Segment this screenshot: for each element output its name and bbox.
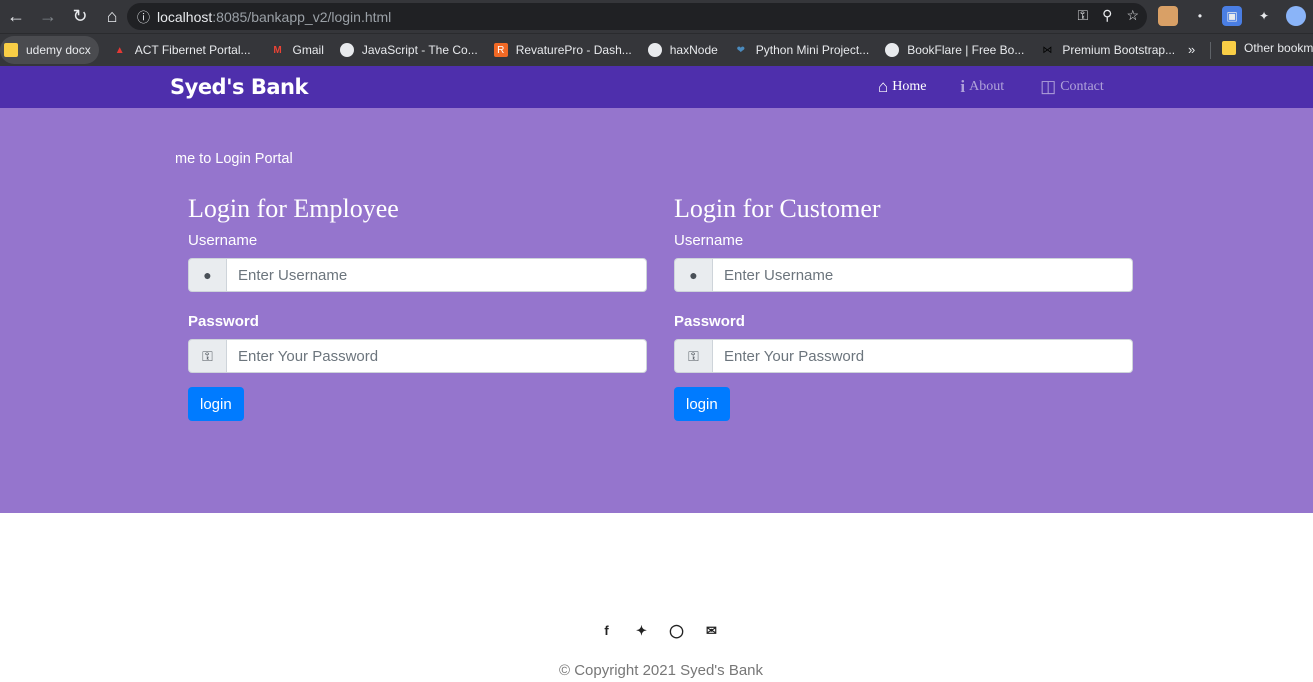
employee-password-input[interactable] [226,339,647,373]
bookmark-python-mini[interactable]: ❤ Python Mini Project... [730,36,877,64]
nav-about-link[interactable]: i About [960,77,1004,97]
profile-avatar-icon[interactable] [1286,6,1306,26]
bookmark-udemy-docx[interactable]: udemy docx [0,36,99,64]
employee-username-label: Username [188,232,258,249]
extension-screen-icon[interactable]: ▣ [1222,6,1242,26]
bookmark-bookflare[interactable]: BookFlare | Free Bo... [881,36,1032,64]
nav-links: ⌂ Home i About ◫ Contact [878,77,1134,97]
customer-login-button[interactable]: login [674,387,730,421]
bookmark-premium-bootstrap[interactable]: ⋈ Premium Bootstrap... [1036,36,1183,64]
employee-login-title: Login for Employee [188,194,399,223]
brand-logo[interactable]: Syed's Bank [170,75,308,99]
user-icon: ● [188,258,226,292]
customer-password-input[interactable] [712,339,1133,373]
revature-icon: R [493,43,508,57]
customer-password-label: Password [674,313,745,330]
customer-username-input[interactable] [712,258,1133,292]
info-icon: i [960,77,966,96]
globe-icon [339,43,354,57]
url-text: localhost:8085/bankapp_v2/login.html [157,8,392,25]
bookmarks-bar: udemy docx ▲ ACT Fibernet Portal... M Gmai… [0,33,1313,66]
login-section: me to Login Portal Login for Employee Us… [0,108,1313,513]
star-icon[interactable]: ☆ [1126,7,1139,24]
key-icon: ⚿ [674,339,712,373]
welcome-marquee: me to Login Portal [175,151,293,167]
puzzle-icon[interactable]: ✦ [1254,6,1274,26]
nav-contact-link[interactable]: ◫ Contact [1040,77,1104,97]
home-icon: ⌂ [878,77,889,96]
back-arrow-icon[interactable]: ← [0,0,32,33]
social-links: f ✦ ◯ ✉ [598,622,720,639]
home-browser-icon[interactable]: ⌂ [96,0,128,33]
globe-icon [885,43,900,57]
key-icon[interactable]: ⚿ [1078,7,1089,24]
bookmark-revaturepro[interactable]: R RevaturePro - Dash... [490,36,640,64]
bookmark-act-fibernet[interactable]: ▲ ACT Fibernet Portal... [109,36,259,64]
reload-icon[interactable]: ↻ [64,0,96,33]
address-bar[interactable]: ⓘ localhost:8085/bankapp_v2/login.html ⚿… [127,3,1147,30]
extension-face-icon[interactable] [1158,6,1178,26]
instagram-icon[interactable]: ◯ [668,622,685,639]
customer-login-title: Login for Customer [674,194,881,223]
envelope-icon[interactable]: ✉ [703,622,720,639]
bookmark-gmail[interactable]: M Gmail [267,36,332,64]
twitter-icon[interactable]: ✦ [633,622,650,639]
bookmarks-more-button[interactable]: » [1188,42,1195,57]
extension-dot-icon[interactable]: • [1190,6,1210,26]
employee-username-input[interactable] [226,258,647,292]
globe-icon [647,43,662,57]
folder-icon [1222,41,1236,55]
contact-card-icon: ◫ [1040,77,1057,96]
nav-home-link[interactable]: ⌂ Home [878,77,926,97]
customer-username-label: Username [674,232,744,249]
forward-arrow-icon[interactable]: → [32,0,64,33]
user-icon: ● [674,258,712,292]
folder-icon [4,43,18,57]
act-icon: ▲ [114,44,125,56]
site-navbar: Syed's Bank ⌂ Home i About ◫ Contact [0,66,1313,108]
employee-login-button[interactable]: login [188,387,244,421]
browser-toolbar: ← → ↻ ⌂ ⓘ localhost:8085/bankapp_v2/logi… [0,0,1313,33]
employee-login-form: Login for Employee Username ● Password ⚿… [188,194,647,421]
bookmark-javascript[interactable]: JavaScript - The Co... [336,36,486,64]
gmail-icon: M [273,44,282,56]
bookmark-haxnode[interactable]: haxNode [644,36,726,64]
facebook-icon[interactable]: f [598,622,615,639]
key-icon: ⚿ [188,339,226,373]
copyright-text: © Copyright 2021 Syed's Bank [558,662,764,679]
python-icon: ❤ [736,44,745,56]
employee-password-label: Password [188,313,259,330]
zoom-icon[interactable]: ⚲ [1102,7,1112,24]
bowtie-icon: ⋈ [1042,44,1053,56]
bookmark-other-bookmarks[interactable]: Other bookm [1218,34,1313,62]
info-icon[interactable]: ⓘ [137,7,157,26]
bookmarks-divider [1210,42,1211,59]
customer-login-form: Login for Customer Username ● Password ⚿… [674,194,1133,421]
